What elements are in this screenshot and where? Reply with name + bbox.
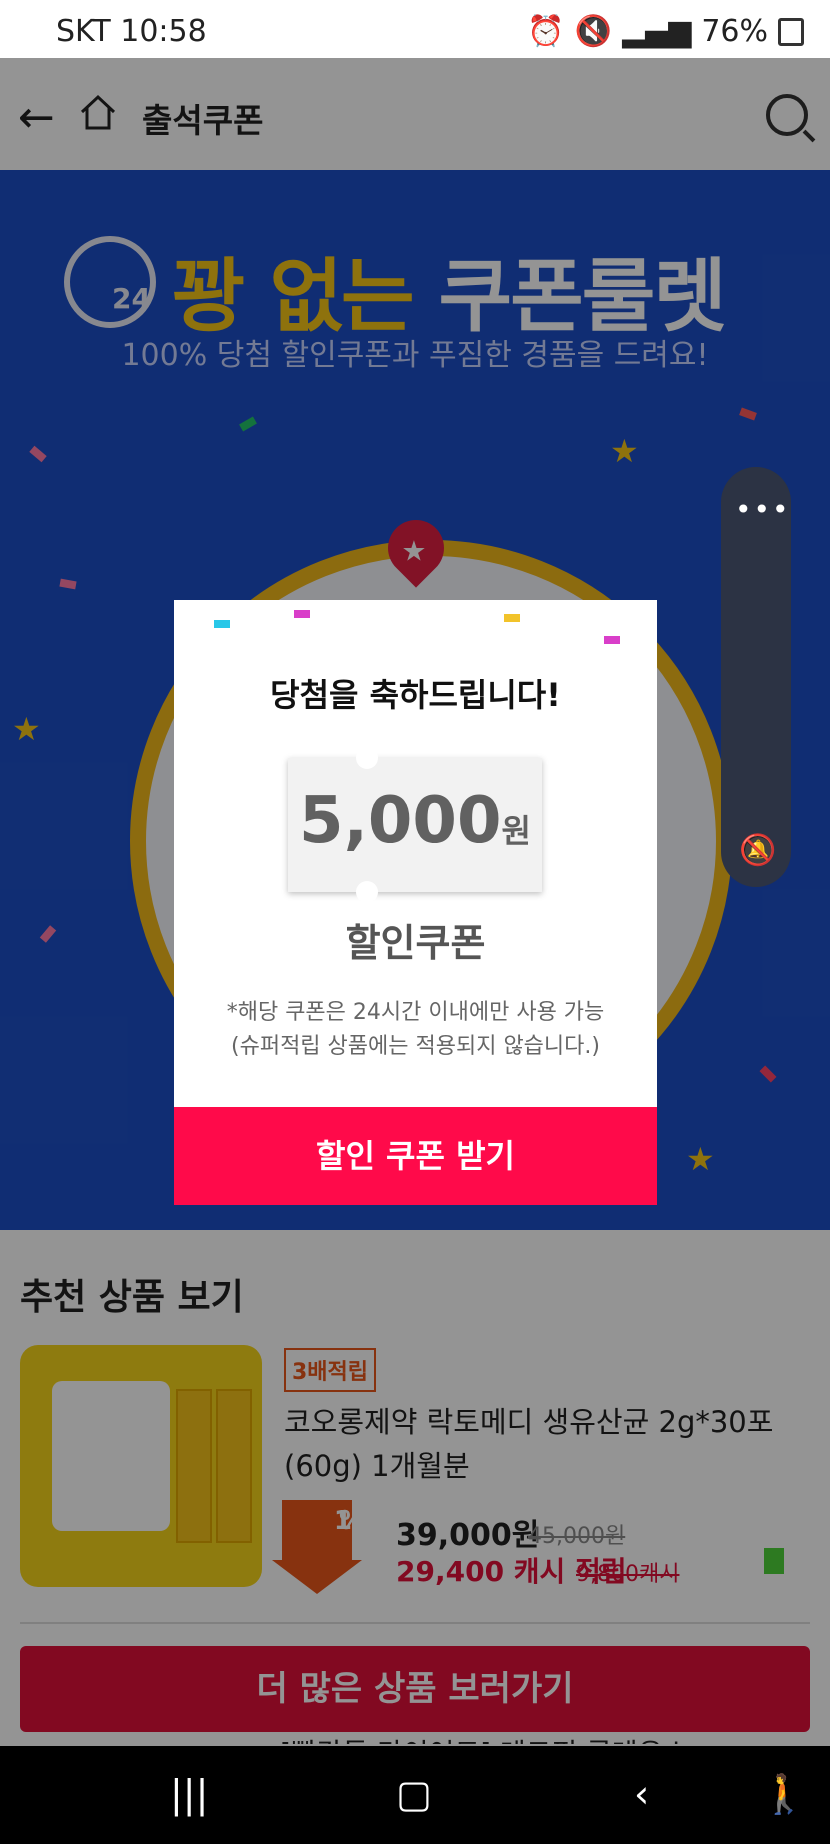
battery-percent: 76% (701, 14, 768, 49)
coupon-note: (슈퍼적립 상품에는 적용되지 않습니다.) (231, 1034, 600, 1059)
confetti (604, 636, 620, 644)
prize-modal: 당첨을 축하드립니다! 5,000원 할인쿠폰 *해당 쿠폰은 24시간 이내에… (174, 600, 657, 1205)
confetti (294, 610, 310, 618)
status-right: ⏰ 🔇 ▂▄▆ 76% (527, 14, 804, 49)
coupon-note: *해당 쿠폰은 24시간 이내에만 사용 가능 (226, 1000, 605, 1025)
battery-icon (778, 17, 804, 46)
mute-icon: 🔇 (574, 14, 613, 49)
back-nav-icon[interactable]: ‹ (634, 1772, 649, 1816)
status-bar: SKT 10:58 ⏰ 🔇 ▂▄▆ 76% (0, 0, 830, 58)
ticket-notch (356, 747, 378, 769)
more-dots-icon[interactable]: ••• (735, 493, 791, 526)
confetti (504, 614, 520, 622)
coupon-amount-value: 5,000 (299, 784, 502, 858)
ticket-notch (356, 881, 378, 903)
alarm-icon: ⏰ (527, 14, 565, 49)
confetti (214, 620, 230, 628)
get-coupon-button[interactable]: 할인 쿠폰 받기 (174, 1107, 657, 1205)
home-nav-icon[interactable]: ▢ (396, 1772, 432, 1816)
coupon-ticket: 5,000원 (288, 747, 542, 903)
coupon-title: 할인쿠폰 (345, 921, 486, 965)
accessibility-icon[interactable]: 🚶 (760, 1772, 807, 1817)
coupon-amount-unit: 원 (501, 812, 531, 850)
congrats-message: 당첨을 축하드립니다! (270, 676, 561, 714)
signal-icon: ▂▄▆ (622, 14, 692, 49)
status-time: SKT 10:58 (56, 14, 207, 49)
coupon-amount: 5,000원 (288, 784, 542, 858)
recent-apps-icon[interactable]: ||| (170, 1772, 208, 1816)
floating-side-bar: ••• 🔕 (721, 467, 791, 887)
mute-sound-icon[interactable]: 🔕 (739, 833, 776, 868)
system-nav-bar: ||| ▢ ‹ 🚶 (0, 1746, 830, 1844)
